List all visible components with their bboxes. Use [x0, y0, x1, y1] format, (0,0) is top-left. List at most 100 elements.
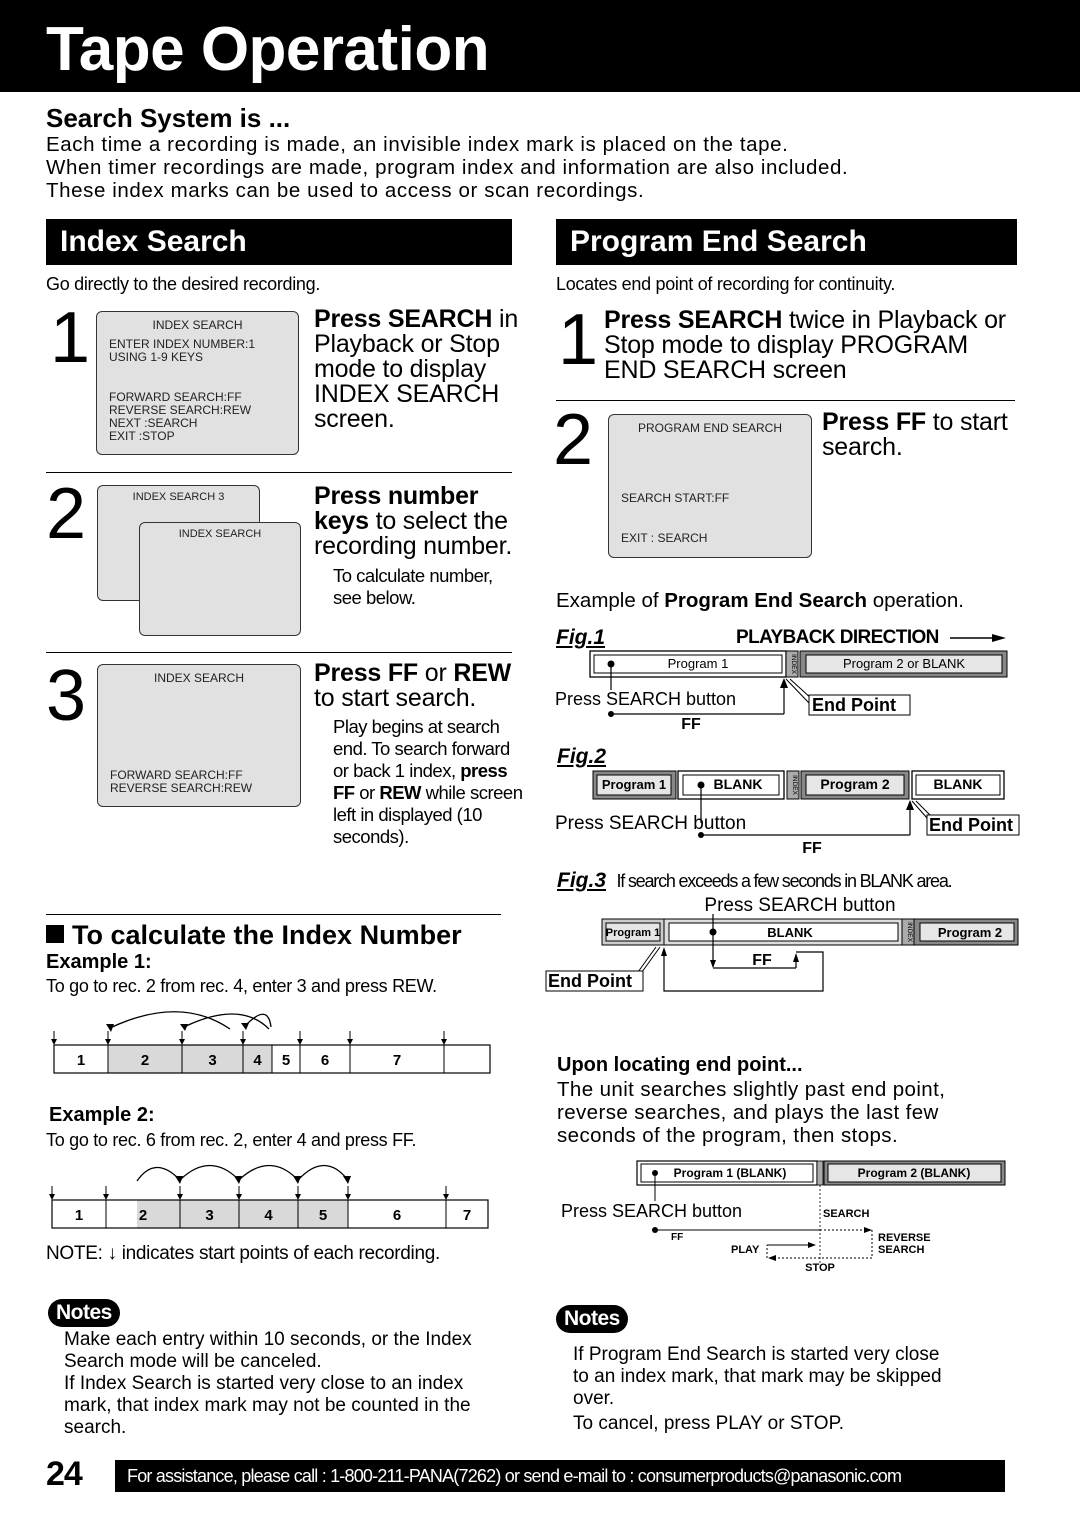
note-line: If Program End Search is started very cl… — [573, 1344, 942, 1409]
segment-number: 5 — [282, 1052, 290, 1069]
locating-text: The unit searches slightly past end poin… — [557, 1078, 945, 1147]
segment-number: 4 — [253, 1052, 262, 1069]
index-mark-label: INDEX — [790, 654, 797, 675]
intro-line: These index marks can be used to access … — [46, 179, 645, 202]
segment-label: Program 2 — [938, 925, 1002, 940]
play-label: PLAY — [731, 1244, 760, 1256]
index-search-screen-front: INDEX SEARCH — [139, 522, 301, 636]
fig-3-caption-row: Fig.3 If search exceeds a few seconds in… — [557, 869, 953, 893]
screen-title: PROGRAM END SEARCH — [637, 421, 783, 435]
calculate-heading: To calculate the Index Number — [46, 920, 462, 951]
fig-1-label: Fig.1 — [556, 626, 606, 649]
step-subtext: Play begins at search end. To search for… — [333, 716, 525, 848]
intro-line: Each time a recording is made, an invisi… — [46, 133, 789, 156]
step-number: 1 — [50, 298, 91, 378]
segment-number: 3 — [208, 1052, 216, 1069]
jump-arc — [180, 1165, 239, 1180]
screen-line: REVERSE SEARCH:REW — [110, 781, 253, 795]
example-2-description: To go to rec. 6 from rec. 2, enter 4 and… — [46, 1130, 417, 1150]
index-search-screen: INDEX SEARCH FORWARD SEARCH:FF REVERSE S… — [97, 664, 301, 807]
example-2-tape-diagram: 1 2 3 4 5 6 7 — [49, 1165, 489, 1229]
screen-title: INDEX SEARCH — [153, 671, 245, 685]
locating-line: The unit searches slightly past end poin… — [557, 1078, 946, 1101]
jump-arc — [298, 1165, 348, 1180]
note-line: To cancel, press PLAY or STOP. — [573, 1413, 845, 1434]
screen-title: INDEX SEARCH — [152, 318, 243, 332]
locating-heading: Upon locating end point... — [557, 1054, 803, 1076]
press-search-label: Press SEARCH button — [555, 813, 746, 834]
subtext-part: or — [354, 782, 380, 803]
program-end-search-header: Program End Search — [556, 219, 1017, 265]
screen-title: INDEX SEARCH 3 — [132, 491, 225, 503]
screen-line: SEARCH START:FF — [621, 491, 730, 505]
example-intro-bold: Program End Search — [664, 589, 868, 612]
segment-label: Program 1 — [602, 777, 666, 792]
notes-text: Make each entry within 10 seconds, or th… — [64, 1329, 504, 1439]
segment-number: 4 — [264, 1207, 273, 1224]
segment-label: BLANK — [934, 776, 983, 792]
square-bullet-icon — [46, 925, 64, 943]
step-instruction-bold: Press FF — [314, 659, 419, 687]
step-instruction: Press SEARCH in Playback or Stop mode to… — [314, 307, 524, 432]
index-search-screen: INDEX SEARCH ENTER INDEX NUMBER:1 USING … — [96, 311, 299, 455]
step-number: 1 — [558, 300, 599, 380]
program-end-search-description: Locates end point of recording for conti… — [556, 274, 896, 294]
divider — [46, 914, 501, 915]
reverse-search-label: SEARCH — [878, 1244, 925, 1256]
step-instruction-bold: Press FF — [822, 408, 927, 436]
screen-title: INDEX SEARCH — [178, 528, 262, 540]
step-instruction: Press SEARCH twice in Playback or Stop m… — [604, 308, 1014, 383]
index-mark — [816, 1160, 824, 1186]
segment-label: BLANK — [767, 925, 813, 940]
example-intro: Example of Program End Search operation. — [556, 589, 964, 613]
page-title: Tape Operation — [46, 15, 490, 84]
locating-diagram: Program 1 (BLANK) Program 2 (BLANK) Pres… — [561, 1160, 1006, 1274]
index-search-header: Index Search — [46, 219, 512, 265]
jump-arc — [239, 1165, 298, 1180]
note-line: If Index Search is started very close to… — [64, 1373, 471, 1438]
notes-badge: Notes — [556, 1305, 628, 1333]
screen-line: EXIT : SEARCH — [621, 531, 708, 545]
segment-number: 2 — [139, 1207, 147, 1224]
search-label: SEARCH — [823, 1208, 870, 1220]
segment-number: 5 — [319, 1207, 327, 1224]
subtext-bold: REW — [379, 782, 422, 803]
index-mark-label: INDEX — [791, 775, 798, 796]
end-point-label: End Point — [929, 815, 1013, 835]
segment-number: 2 — [141, 1052, 149, 1069]
program-end-search-screen: PROGRAM END SEARCH SEARCH START:FF EXIT … — [608, 414, 812, 558]
example-1-label: Example 1: — [46, 951, 152, 973]
step-number: 2 — [553, 400, 594, 480]
fig-1-diagram: INDEX Program 1 Program 2 or BLANK Press… — [555, 650, 1008, 733]
step-instruction-bold: Press SEARCH — [604, 306, 783, 334]
step-instruction: Press number keys to select the recordin… — [314, 484, 524, 559]
segment-label: Program 2 (BLANK) — [858, 1166, 971, 1180]
assistance-bar: For assistance, please call : 1-800-211-… — [115, 1460, 1005, 1492]
screen-line: EXIT :STOP — [109, 429, 175, 443]
segment-label: Program 1 (BLANK) — [674, 1166, 787, 1180]
example-intro-text: Example of — [556, 589, 665, 612]
notes-badge: Notes — [48, 1299, 120, 1327]
segment-number: 1 — [75, 1207, 83, 1224]
jump-arc — [109, 1011, 231, 1030]
index-search-description: Go directly to the desired recording. — [46, 274, 321, 294]
example-intro-text: operation. — [867, 589, 964, 612]
ff-label: FF — [802, 840, 822, 857]
screen-line: USING 1-9 KEYS — [109, 350, 204, 364]
segment-number: 6 — [321, 1052, 329, 1069]
divider — [556, 400, 1015, 401]
segment-number: 6 — [393, 1207, 401, 1224]
jump-arc — [136, 1166, 180, 1182]
calculate-note: NOTE: ↓ indicates start points of each r… — [46, 1243, 440, 1264]
fig-3-label: Fig.3 — [557, 869, 607, 892]
index-mark-label: INDEX — [906, 922, 913, 943]
fig-3-diagram: Press SEARCH button INDEX Program 1 BLAN… — [545, 895, 1019, 992]
segment-label: Program 2 — [820, 776, 889, 792]
example-1-tape-diagram: 1 2 3 4 5 6 7 — [51, 1011, 491, 1074]
segment-number: 3 — [205, 1207, 213, 1224]
example-1-description: To go to rec. 2 from rec. 4, enter 3 and… — [46, 976, 437, 996]
press-search-label: Press SEARCH button — [555, 689, 736, 709]
segment-number: 7 — [393, 1052, 401, 1069]
step-instruction-text: to start search. — [314, 684, 477, 712]
highlight-region — [137, 1200, 348, 1228]
